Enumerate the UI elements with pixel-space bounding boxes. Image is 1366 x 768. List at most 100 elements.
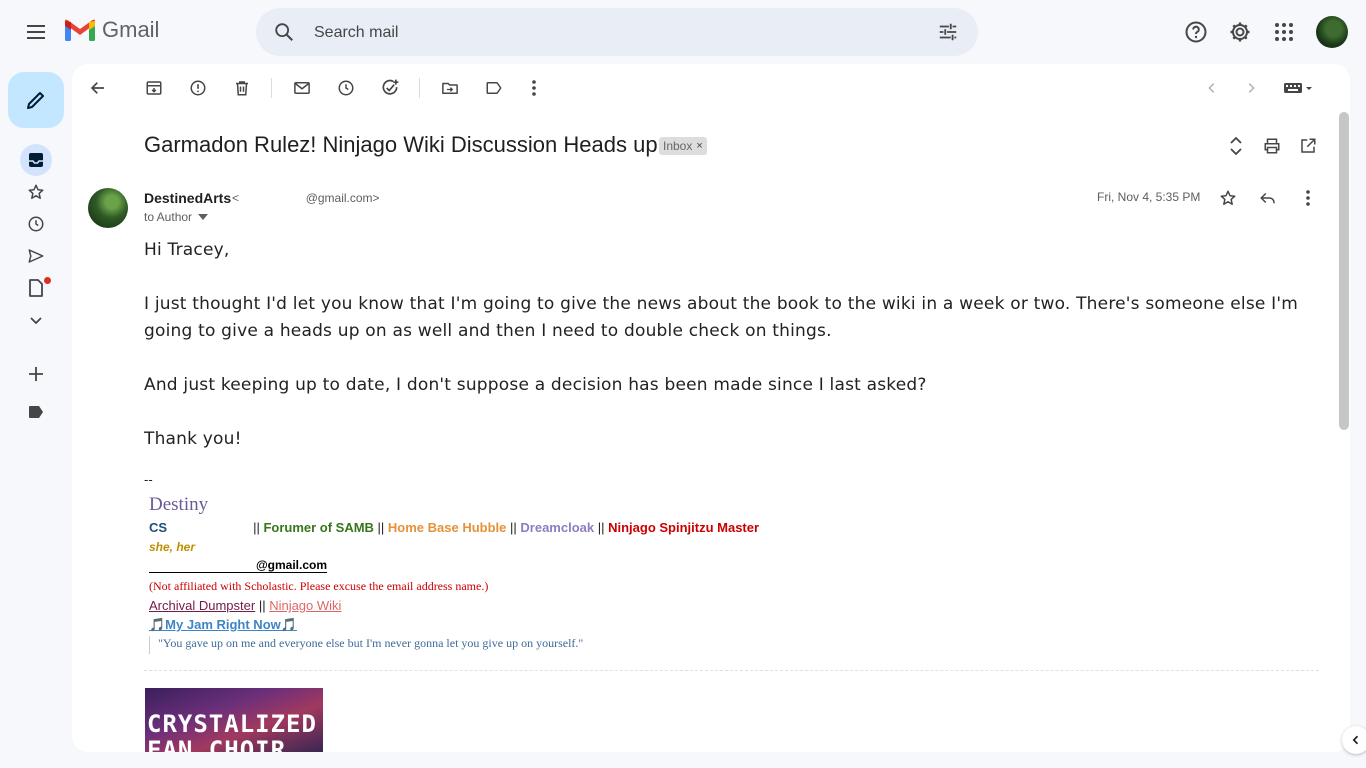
chevron-left-icon	[1352, 735, 1359, 745]
star-outline-icon	[1220, 190, 1236, 205]
back-button[interactable]	[78, 68, 118, 108]
main-menu-button[interactable]	[16, 12, 56, 52]
compose-button[interactable]	[8, 72, 64, 128]
sig-sep: ||	[373, 520, 388, 535]
message-view: Garmadon Rulez! Ninjago Wiki Discussion …	[72, 64, 1350, 752]
print-all-button[interactable]	[1252, 126, 1292, 166]
toolbar-divider	[419, 78, 420, 98]
nav-starred[interactable]	[20, 176, 52, 208]
nav-inbox[interactable]	[20, 144, 52, 176]
sig-dreamcloak: Dreamcloak	[520, 520, 595, 535]
more-actions-button[interactable]	[514, 68, 554, 108]
search-input[interactable]	[312, 20, 916, 46]
signature-divider	[144, 670, 1319, 671]
chevron-left-icon	[1208, 83, 1215, 93]
inbox-label-chip[interactable]: Inbox ×	[659, 137, 707, 155]
signature-titles: CS || Forumer of SAMB || Home Base Hubble…	[149, 520, 759, 535]
archival-dumpster-link[interactable]: Archival Dumpster	[149, 598, 255, 613]
nav-sent[interactable]	[20, 240, 52, 272]
archive-icon	[146, 81, 162, 95]
snooze-button[interactable]	[326, 68, 366, 108]
labels-button[interactable]	[474, 68, 514, 108]
ninjago-wiki-link[interactable]: Ninjago Wiki	[269, 598, 341, 613]
scrollbar-thumb[interactable]	[1339, 112, 1349, 430]
sender-name[interactable]: DestinedArts	[144, 190, 231, 206]
chevron-right-icon	[1248, 83, 1255, 93]
apps-grid-icon	[1275, 23, 1293, 41]
star-button[interactable]	[1208, 178, 1248, 218]
label-outline-icon	[486, 82, 502, 94]
reply-icon	[1260, 192, 1275, 204]
sender-avatar[interactable]	[88, 188, 128, 228]
recipients-toggle[interactable]: to Author	[144, 210, 209, 224]
google-apps-button[interactable]	[1264, 12, 1304, 52]
search-bar[interactable]	[256, 8, 978, 56]
trash-icon	[236, 81, 248, 96]
keyboard-icon	[1284, 83, 1312, 93]
send-icon	[28, 249, 44, 263]
search-icon	[275, 23, 293, 41]
search-button[interactable]	[264, 12, 304, 52]
sig-sep: ||	[253, 520, 264, 535]
move-to-button[interactable]	[430, 68, 470, 108]
gear-icon	[1230, 22, 1250, 42]
signature-name: Destiny	[149, 494, 209, 515]
unfold-icon	[1230, 136, 1242, 156]
gmail-logo[interactable]: Gmail	[64, 17, 159, 43]
expand-all-button[interactable]	[1216, 126, 1256, 166]
sig-hubble: Home Base Hubble	[387, 520, 507, 535]
mark-unread-button[interactable]	[282, 68, 322, 108]
remove-label-icon[interactable]: ×	[696, 140, 702, 152]
reply-button[interactable]	[1248, 178, 1288, 218]
star-icon	[28, 184, 44, 199]
report-icon	[190, 80, 206, 96]
input-tools-button[interactable]	[1274, 68, 1322, 108]
clock-icon	[338, 80, 354, 96]
help-icon	[1185, 21, 1207, 43]
side-panel-toggle[interactable]	[1342, 726, 1366, 754]
body-paragraph-1: I just thought I'd let you know that I'm…	[144, 294, 1298, 341]
older-button[interactable]	[1231, 68, 1271, 108]
support-button[interactable]	[1176, 12, 1216, 52]
inbox-label-text: Inbox	[663, 139, 693, 153]
drafts-notification-dot	[44, 277, 51, 284]
inbox-icon	[29, 153, 43, 167]
add-to-tasks-button[interactable]	[370, 68, 410, 108]
nav-label[interactable]	[20, 396, 52, 428]
hamburger-icon	[27, 25, 45, 39]
printer-icon	[1264, 138, 1280, 154]
newer-button[interactable]	[1192, 68, 1232, 108]
email-date: Fri, Nov 4, 5:35 PM	[1097, 190, 1201, 204]
body-greeting: Hi Tracey,	[144, 240, 230, 260]
sig-cs: CS	[149, 520, 168, 535]
delete-button[interactable]	[222, 68, 262, 108]
sig-sep: ||	[594, 520, 609, 535]
my-jam-link[interactable]: 🎵My Jam Right Now🎵	[149, 617, 297, 633]
report-spam-button[interactable]	[178, 68, 218, 108]
sig-sep: ||	[255, 598, 270, 613]
more-vert-icon	[532, 80, 536, 96]
tune-icon	[939, 23, 957, 41]
archive-button[interactable]	[134, 68, 174, 108]
search-options-button[interactable]	[928, 12, 968, 52]
draft-icon	[29, 279, 43, 297]
message-more-button[interactable]	[1288, 178, 1328, 218]
account-avatar[interactable]	[1316, 16, 1348, 48]
clock-icon	[28, 216, 44, 232]
nav-snoozed[interactable]	[20, 208, 52, 240]
chevron-down-icon	[30, 317, 42, 325]
banner-line-2: FAN CHOIR	[147, 736, 287, 752]
signature-links: Archival Dumpster || Ninjago Wiki	[149, 598, 341, 613]
open-new-window-button[interactable]	[1288, 126, 1328, 166]
crystalized-fan-choir-banner[interactable]: CRYSTALIZED FAN CHOIR	[145, 688, 323, 752]
to-label: to Author	[144, 210, 193, 224]
nav-more[interactable]	[20, 304, 52, 336]
signature-quote: "You gave up on me and everyone else but…	[149, 636, 583, 654]
plus-icon	[29, 367, 43, 381]
settings-button[interactable]	[1220, 12, 1260, 52]
create-label-button[interactable]	[20, 358, 52, 390]
signature-pronouns: she, her	[149, 540, 196, 554]
signature-email-link[interactable]: @gmail.com	[149, 558, 327, 573]
caret-down-icon	[198, 214, 209, 220]
folder-move-icon	[442, 82, 458, 94]
